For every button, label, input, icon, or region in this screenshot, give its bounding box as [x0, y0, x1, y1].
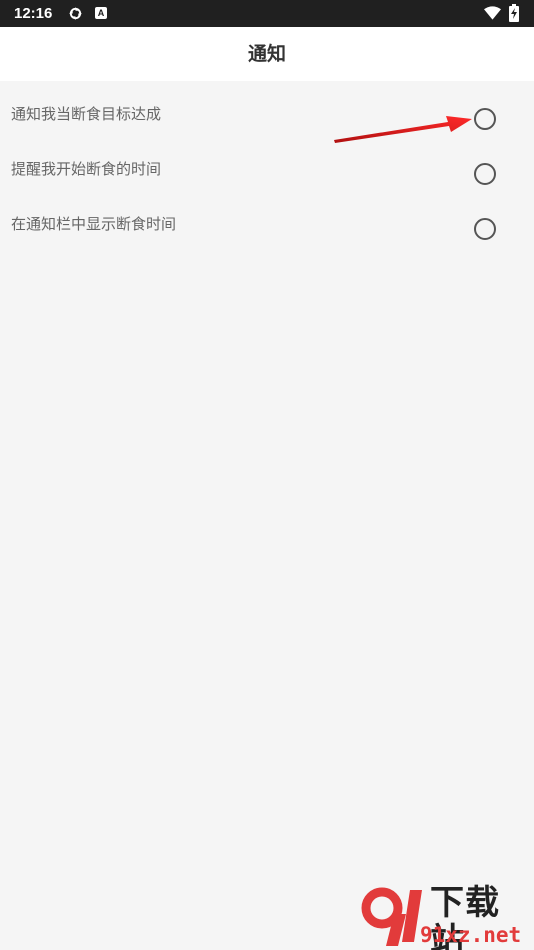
start-reminder-radio[interactable] [474, 163, 496, 185]
status-bar: 12:16 A [0, 0, 534, 27]
annotation-arrow-icon [334, 116, 472, 143]
page-title: 通知 [247, 43, 286, 65]
setting-label: 通知我当断食目标达成 [11, 105, 162, 123]
sync-app-icon [68, 6, 83, 21]
setting-label: 在通知栏中显示断食时间 [11, 215, 177, 233]
goal-reached-radio[interactable] [474, 108, 496, 130]
battery-charging-icon [509, 4, 519, 22]
status-time: 12:16 [14, 5, 53, 22]
watermark: 下载站 91xz.net [360, 884, 532, 950]
watermark-url: 91xz.net [420, 923, 522, 947]
app-header: 通知 [0, 27, 534, 81]
setting-row-show-in-notification-bar[interactable]: 在通知栏中显示断食时间 [0, 191, 534, 246]
app-notification-icon: A [95, 7, 107, 19]
wifi-icon [484, 6, 501, 20]
show-in-notification-bar-radio[interactable] [474, 218, 496, 240]
setting-label: 提醒我开始断食的时间 [11, 160, 162, 178]
